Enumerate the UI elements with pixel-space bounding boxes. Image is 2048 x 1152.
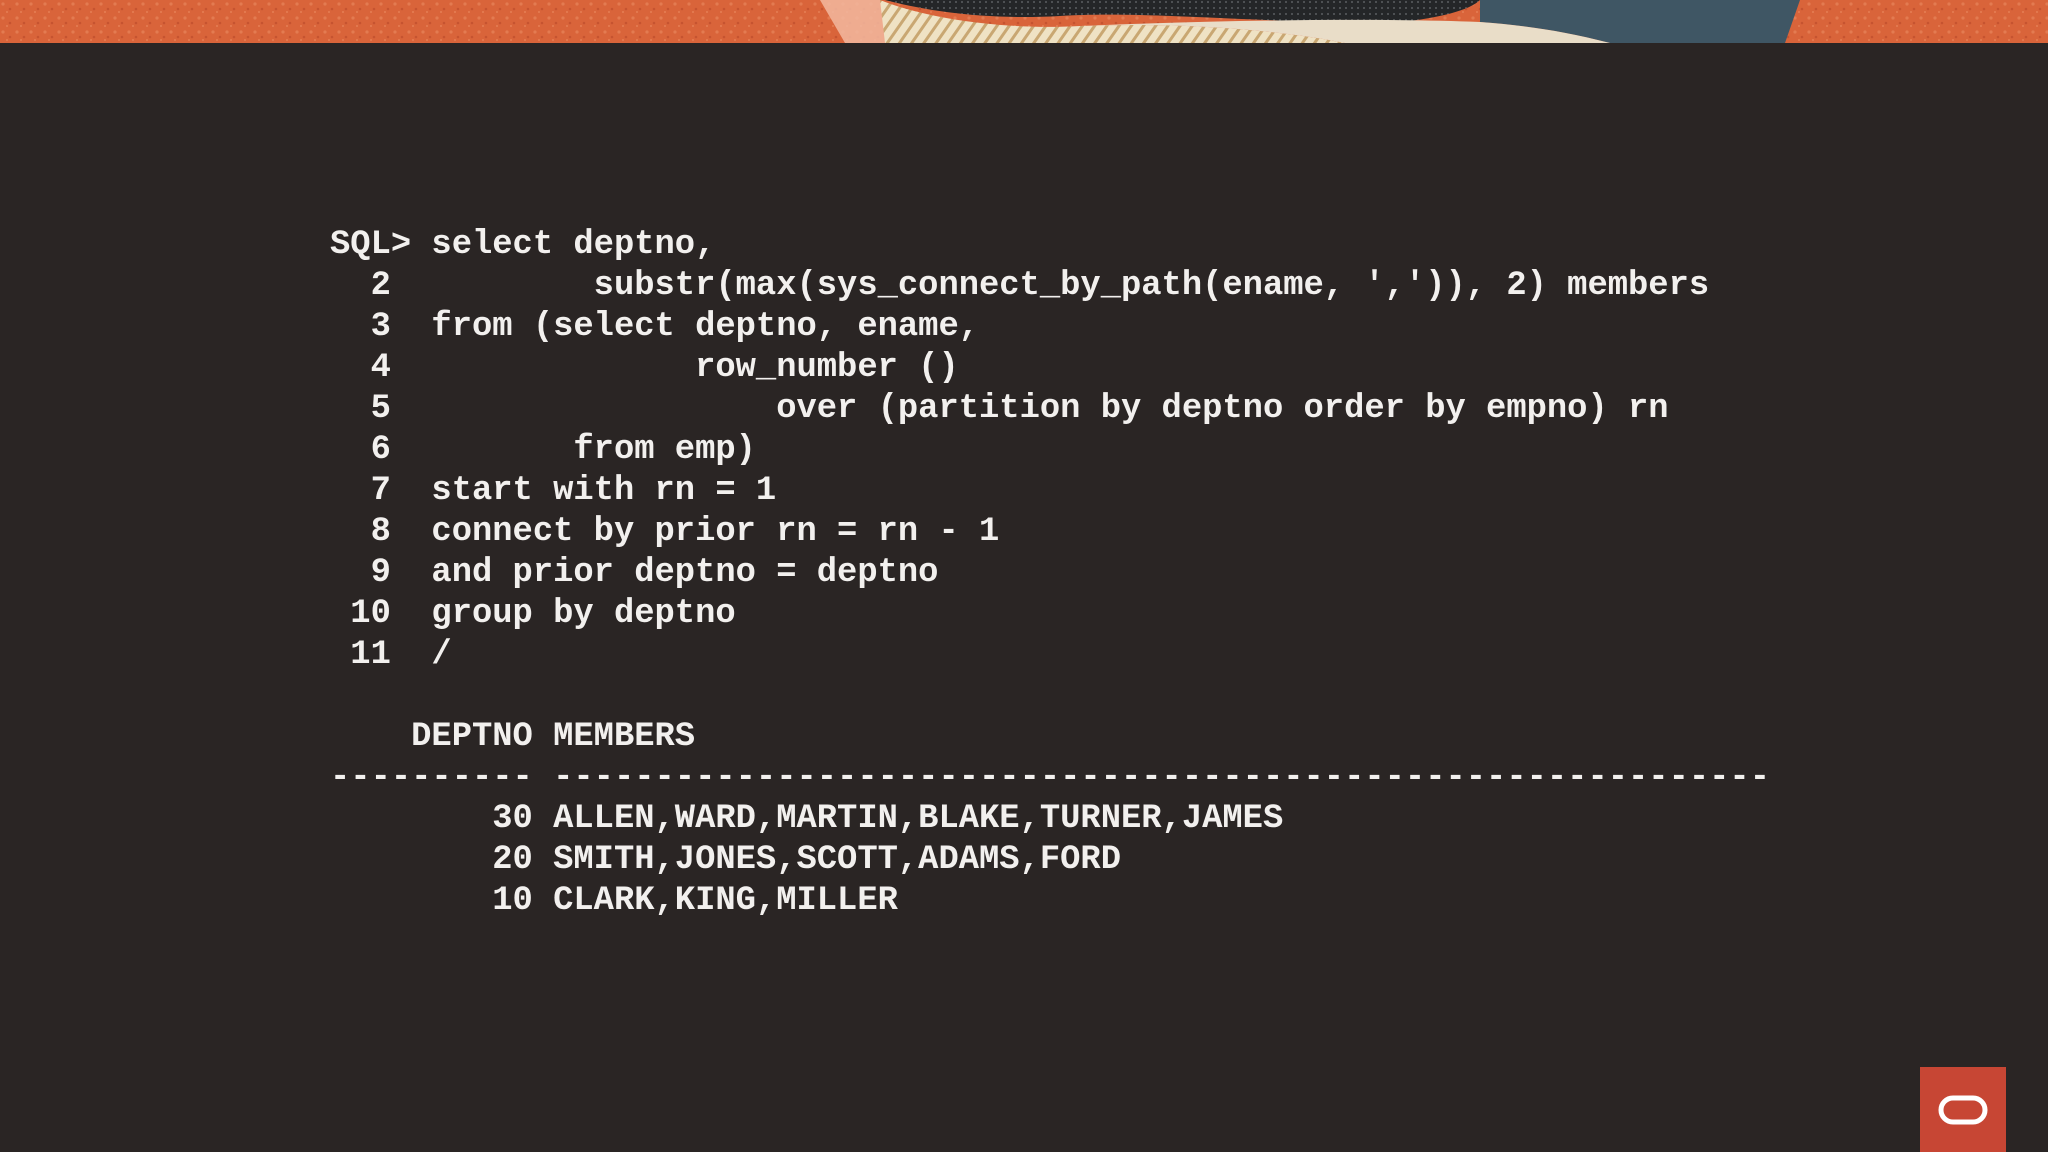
sql-line-4: 4 row_number () [330, 348, 1770, 389]
result-separator: ---------- -----------------------------… [330, 759, 1770, 797]
sql-line-3: 3 from (select deptno, ename, [330, 307, 1770, 348]
oracle-logo-badge [1920, 1067, 2006, 1152]
decorative-banner [0, 0, 2048, 43]
result-header: DEPTNO MEMBERS [330, 718, 696, 756]
sql-line-6: 6 from emp) [330, 430, 1770, 471]
line-number: 11 [330, 636, 412, 674]
sql-code: connect by prior rn = rn - 1 [411, 513, 1000, 551]
result-row: 30 ALLEN,WARD,MARTIN,BLAKE,TURNER,JAMES [330, 800, 1284, 838]
sql-code: row_number () [411, 349, 959, 387]
result-row: 10 CLARK,KING,MILLER [330, 882, 898, 920]
line-number: 10 [330, 595, 412, 633]
sql-line-5: 5 over (partition by deptno order by emp… [330, 389, 1770, 430]
sql-code: and prior deptno = deptno [411, 554, 939, 592]
sql-console-output: SQL> select deptno, 2 substr(max(sys_con… [330, 225, 1770, 922]
line-number: 8 [330, 513, 412, 551]
line-number: 2 [330, 267, 412, 305]
line-number: 6 [330, 431, 412, 469]
sql-code: group by deptno [411, 595, 736, 633]
result-row: 20 SMITH,JONES,SCOTT,ADAMS,FORD [330, 841, 1121, 879]
sql-line-11: 11 / [330, 635, 1770, 676]
sql-code: from (select deptno, ename, [411, 308, 980, 346]
sql-code: / [411, 636, 452, 674]
line-number: 3 [330, 308, 412, 346]
sql-line-1: SQL> select deptno, [330, 225, 1770, 266]
sql-line-2: 2 substr(max(sys_connect_by_path(ename, … [330, 266, 1770, 307]
sql-code: select deptno, [411, 226, 716, 264]
sql-line-8: 8 connect by prior rn = rn - 1 [330, 512, 1770, 553]
sql-line-9: 9 and prior deptno = deptno [330, 553, 1770, 594]
sql-code: from emp) [411, 431, 756, 469]
line-number: SQL> [330, 226, 412, 264]
sql-line-7: 7 start with rn = 1 [330, 471, 1770, 512]
sql-code: over (partition by deptno order by empno… [411, 390, 1669, 428]
line-number: 5 [330, 390, 412, 428]
oracle-logo-icon [1938, 1095, 1988, 1125]
line-number: 7 [330, 472, 412, 510]
sql-code: start with rn = 1 [411, 472, 777, 510]
line-number: 4 [330, 349, 412, 387]
sql-line-10: 10 group by deptno [330, 594, 1770, 635]
line-number: 9 [330, 554, 412, 592]
sql-code: substr(max(sys_connect_by_path(ename, ',… [411, 267, 1710, 305]
